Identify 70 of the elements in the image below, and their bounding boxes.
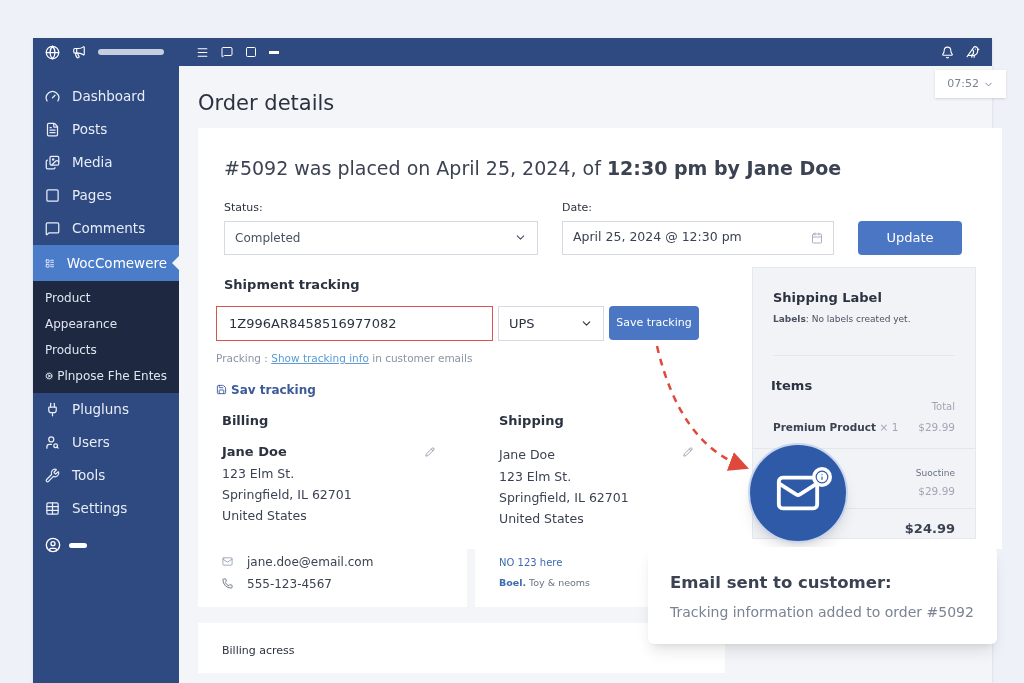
shipping-note: NO 123 here [499,555,564,570]
megaphone-icon[interactable] [72,45,86,59]
address-line: 123 Elm St. [499,467,573,486]
sidebar-item[interactable]: WocComewere [33,245,179,281]
dash-icon[interactable] [269,50,279,54]
column-heading: Total [930,400,955,414]
card-title: Shipping [499,411,565,430]
placeholder-bar [69,542,87,548]
bell-icon[interactable] [941,45,954,59]
comment-icon[interactable] [221,46,233,58]
shipping-link[interactable]: Boel. [499,576,527,588]
globe-icon[interactable] [45,44,60,60]
sidebar-item[interactable]: Pages [33,179,179,212]
toast-message: Tracking information added to order #5092 [670,602,975,622]
bird-icon[interactable] [966,45,980,59]
mail-icon [222,556,233,567]
square-icon[interactable] [245,46,257,58]
order-heading: #5092 was placed on April 25, 2024, of 12:30 pm by Jane Doe [224,155,843,181]
save-tracking-button[interactable]: Save tracking [609,306,699,340]
labels-text: Labels: No labels created yet. [773,313,912,326]
address-line: United States [222,506,308,525]
phone-icon [222,578,233,589]
status-select[interactable]: Completed [224,220,538,255]
sidebar-item[interactable]: Dashboard [33,80,179,113]
update-button[interactable]: Update [858,220,962,255]
total-value: $24.99 [903,520,955,538]
sidebar-item[interactable]: Tools [33,459,179,492]
address-name: Jane Doe [222,443,287,461]
submenu-item[interactable]: Appearance [33,311,179,337]
gear-icon [45,370,54,382]
submenu-item[interactable]: Plnpose Fhe Entes [33,363,179,389]
tracking-number-field[interactable]: 1Z996AR8458516977082 [216,306,493,341]
pointer-icon [172,256,179,270]
field-label: Status: [224,200,264,216]
address-line: Springfield, IL 62701 [499,488,630,507]
panel-title: Items [771,376,814,395]
time-dropdown[interactable]: 07:52 [935,70,1006,98]
submenu-item[interactable]: Products [33,337,179,363]
product-name: Premium Product × 1 [773,420,899,435]
product-price: $29.99 [918,420,955,435]
address-line: 123 Elm St. [222,464,296,483]
sidebar-item[interactable]: Comments [33,212,179,245]
address-name: Jane Doe [499,446,555,464]
subtotal-label: Suoctine [914,466,955,480]
panel-title: Shipping Label [773,288,883,307]
save-tracking-link[interactable]: Sav tracking [216,380,316,399]
subtotal-value: $29.99 [917,484,955,500]
address-line: Springfield, IL 62701 [222,485,353,504]
carrier-select[interactable]: UPS [498,306,604,341]
tracking-note: Pracking : Show tracking info in customer emails [216,351,474,366]
save-icon [216,384,227,396]
section-title: Shipment tracking [224,275,361,294]
sidebar-item[interactable]: Plugluns [33,393,179,426]
page-title: Order details [198,90,335,117]
toast-title: Email sent to customer: [670,572,893,594]
sidebar-item[interactable]: Media [33,146,179,179]
email-text: jane.doe@email.com [247,553,374,571]
avatar-icon[interactable] [45,537,61,553]
card-title: Billing [222,411,270,430]
sidebar-item[interactable]: Posts [33,113,179,146]
field-label: Date: [562,200,593,216]
placeholder-bar [98,49,164,55]
phone-text: 555-123-4567 [247,575,332,593]
submenu-item[interactable]: Product [33,285,179,311]
date-field[interactable]: April 25, 2024 @ 12:30 pm [562,220,834,255]
card-title: Billing acress [222,643,295,657]
sidebar-item[interactable]: Users [33,426,179,459]
calendar-icon [811,231,823,244]
sidebar-item[interactable]: Settings [33,492,179,525]
address-line: United States [499,509,585,528]
